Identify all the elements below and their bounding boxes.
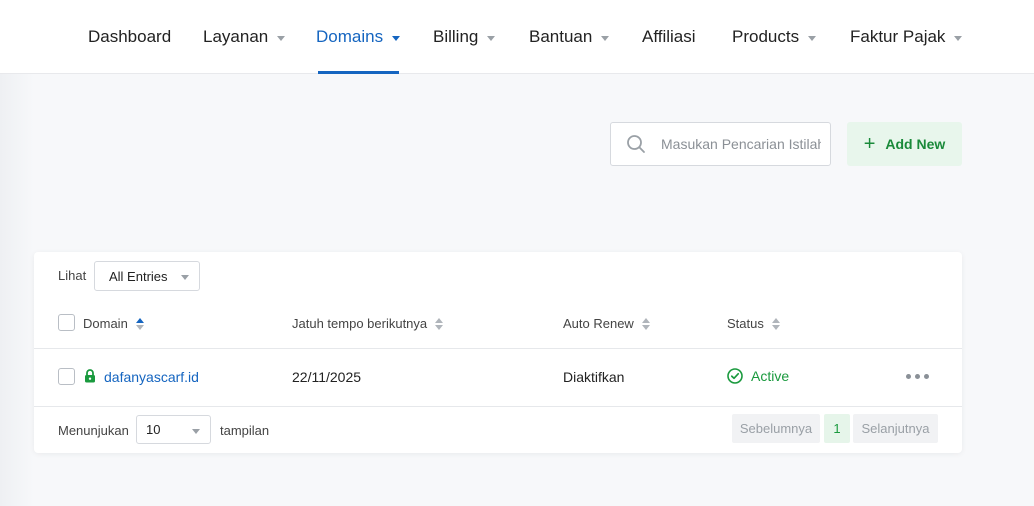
nav-domains[interactable]: Domains <box>316 0 401 74</box>
caret-down-icon <box>601 35 610 41</box>
status-label: Active <box>751 368 790 384</box>
sort-icon <box>771 317 780 330</box>
left-edge-shadow <box>0 74 34 506</box>
entries-select-value: All Entries <box>109 268 168 284</box>
auto-renew-cell: Diaktifkan <box>563 369 625 385</box>
column-renew-label: Auto Renew <box>563 316 634 331</box>
nav-dashboard[interactable]: Dashboard <box>88 0 171 74</box>
status-badge: Active <box>727 368 789 384</box>
sort-icon <box>135 317 144 330</box>
page-1-button[interactable]: 1 <box>824 414 850 443</box>
show-entries-label: Lihat <box>58 268 87 283</box>
showing-label: Menunjukan <box>58 423 129 438</box>
divider <box>34 406 962 407</box>
caret-down-icon <box>392 35 401 41</box>
row-checkbox[interactable] <box>58 368 75 385</box>
lock-icon <box>84 369 96 388</box>
nav-affiliasi-label: Affiliasi <box>642 27 696 46</box>
active-tab-indicator <box>318 71 399 74</box>
column-header-status[interactable]: Status <box>727 316 780 331</box>
column-header-domain[interactable]: Domain <box>83 316 144 331</box>
chevron-down-icon <box>192 429 200 434</box>
due-date-cell: 22/11/2025 <box>292 369 362 385</box>
top-navigation: Dashboard Layanan Domains Billing Bantua… <box>0 0 1034 74</box>
nav-dashboard-label: Dashboard <box>88 27 172 46</box>
plus-icon: + <box>863 133 876 155</box>
nav-products-label: Products <box>732 27 800 46</box>
nav-layanan[interactable]: Layanan <box>203 0 286 74</box>
nav-affiliasi[interactable]: Affiliasi <box>642 0 696 74</box>
column-header-auto-renew[interactable]: Auto Renew <box>563 316 650 331</box>
page-number: 1 <box>833 421 841 436</box>
add-new-label: Add New <box>885 136 946 152</box>
domain-link[interactable]: dafanyascarf.id <box>104 369 199 385</box>
domains-table-card: Lihat All Entries Domain Jatuh tempo ber… <box>34 252 962 453</box>
previous-page-button[interactable]: Sebelumnya <box>732 414 820 443</box>
column-status-label: Status <box>727 316 764 331</box>
per-page-select[interactable]: 10 <box>136 415 211 444</box>
nav-products[interactable]: Products <box>732 0 817 74</box>
search-icon <box>611 123 661 165</box>
nav-bantuan[interactable]: Bantuan <box>529 0 610 74</box>
nav-bantuan-label: Bantuan <box>529 27 593 46</box>
entries-select[interactable]: All Entries <box>94 261 200 291</box>
divider <box>34 348 962 349</box>
next-page-label: Selanjutnya <box>861 421 930 436</box>
column-header-due-date[interactable]: Jatuh tempo berikutnya <box>292 316 444 331</box>
search-box[interactable] <box>610 122 831 166</box>
search-input[interactable] <box>661 136 821 152</box>
nav-domains-label: Domains <box>316 27 384 46</box>
add-new-button[interactable]: + Add New <box>847 122 962 166</box>
per-page-suffix: tampilan <box>220 423 270 438</box>
check-circle-icon <box>727 368 743 384</box>
column-domain-label: Domain <box>83 316 128 331</box>
nav-billing-label: Billing <box>433 27 479 46</box>
previous-page-label: Sebelumnya <box>739 421 813 436</box>
sort-icon <box>435 317 444 330</box>
caret-down-icon <box>277 35 286 41</box>
nav-faktur-pajak[interactable]: Faktur Pajak <box>850 0 963 74</box>
caret-down-icon <box>954 35 963 41</box>
caret-down-icon <box>487 35 496 41</box>
nav-layanan-label: Layanan <box>203 27 269 46</box>
sort-icon <box>641 317 650 330</box>
chevron-down-icon <box>181 275 189 280</box>
per-page-value: 10 <box>146 422 161 437</box>
column-due-label: Jatuh tempo berikutnya <box>292 316 428 331</box>
nav-faktur-pajak-label: Faktur Pajak <box>850 27 946 46</box>
select-all-checkbox[interactable] <box>58 314 75 331</box>
nav-billing[interactable]: Billing <box>433 0 496 74</box>
next-page-button[interactable]: Selanjutnya <box>853 414 938 443</box>
more-actions-icon[interactable] <box>906 374 929 379</box>
caret-down-icon <box>808 35 817 41</box>
